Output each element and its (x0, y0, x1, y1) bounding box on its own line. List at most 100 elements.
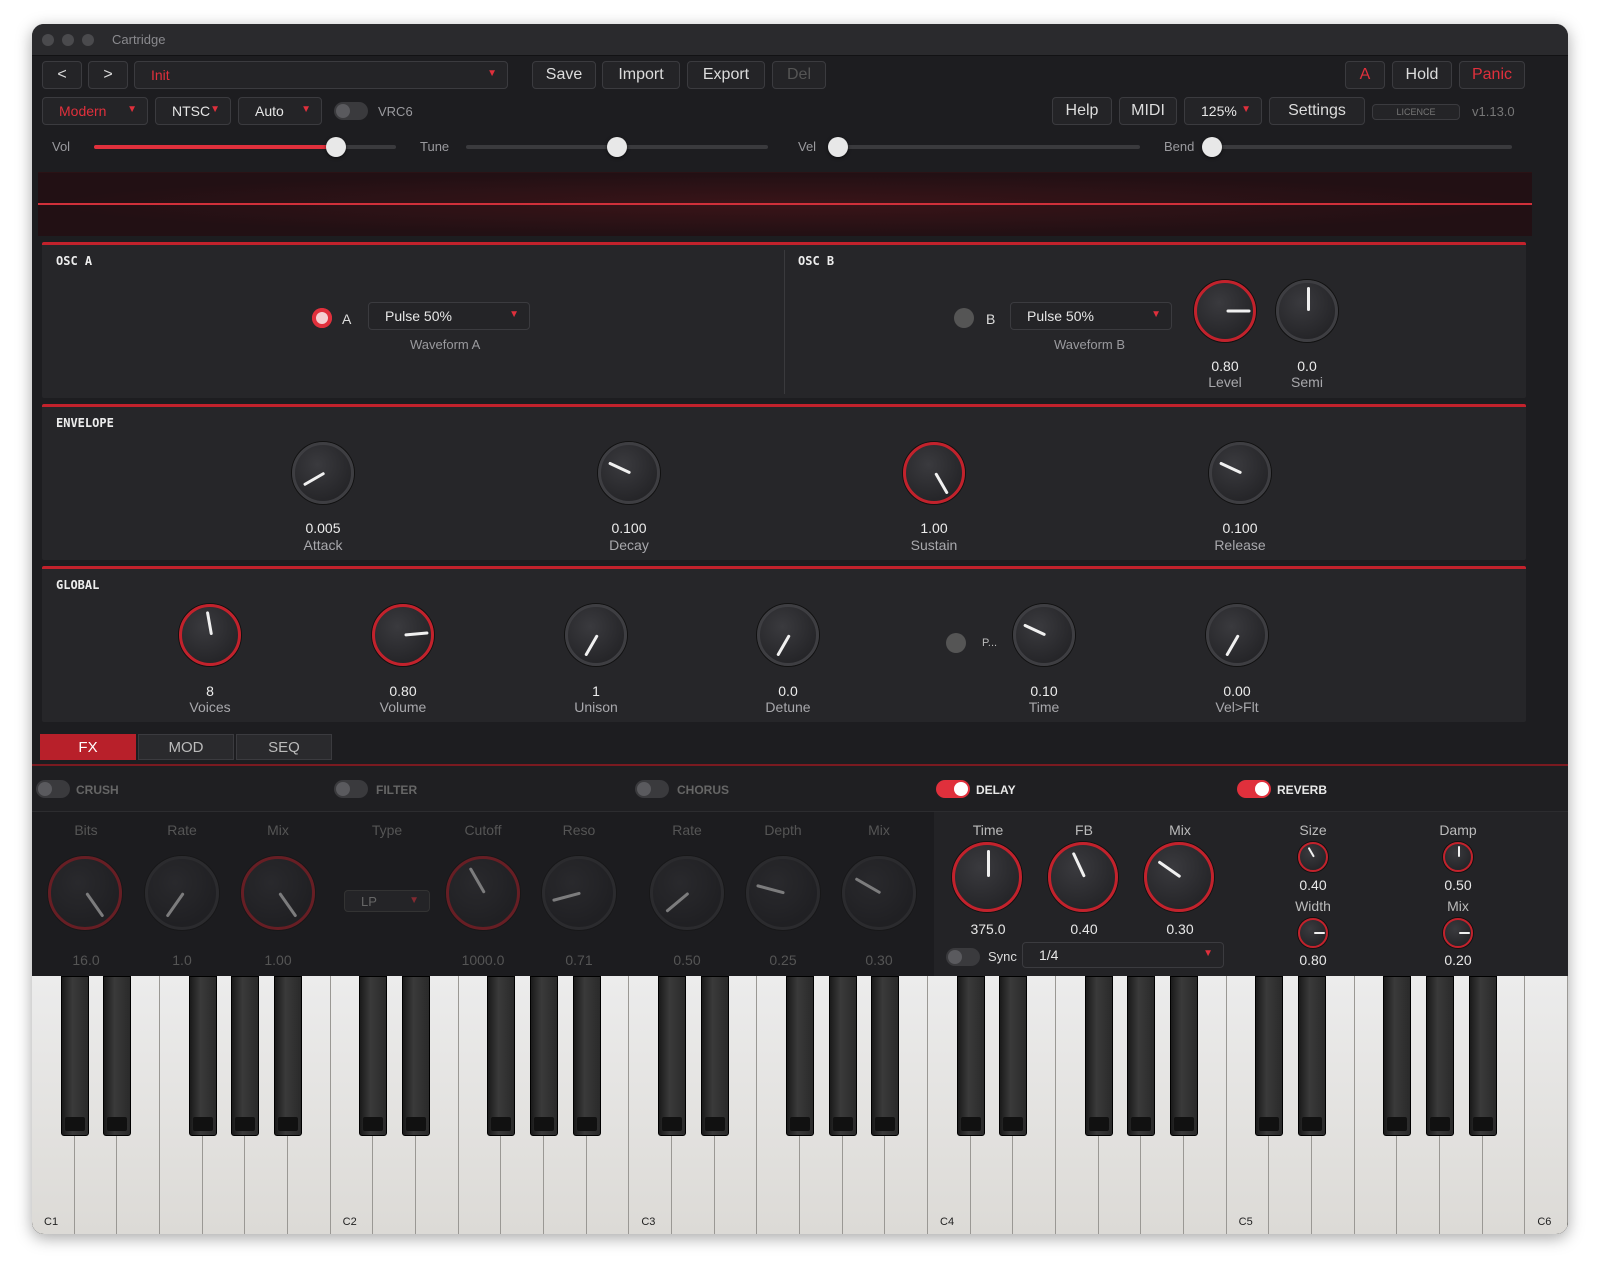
vol-slider[interactable] (94, 137, 396, 157)
crush-mix-knob[interactable] (241, 856, 315, 930)
chorus-toggle[interactable] (635, 780, 669, 798)
piano-black-key[interactable] (572, 976, 601, 1136)
slider-thumb[interactable] (325, 137, 346, 157)
crush-bits-knob[interactable] (48, 856, 122, 930)
settings-button[interactable]: Settings (1269, 97, 1365, 125)
piano-black-key[interactable] (1298, 976, 1326, 1136)
piano-black-key[interactable] (103, 976, 132, 1136)
piano-black-key[interactable] (956, 976, 985, 1136)
bend-slider[interactable] (1202, 137, 1512, 157)
osc-a-enable[interactable] (312, 308, 332, 328)
vel-slider[interactable] (828, 137, 1140, 157)
preset-dropdown[interactable]: Init ▼ (134, 61, 508, 89)
piano-black-key[interactable] (1383, 976, 1412, 1136)
reverb-damp-knob[interactable] (1443, 842, 1473, 872)
detune-knob[interactable] (757, 604, 819, 666)
piano-black-key[interactable] (530, 976, 558, 1136)
slider-thumb[interactable] (1202, 137, 1222, 157)
filter-reso-knob[interactable] (542, 856, 616, 930)
delay-division-dropdown[interactable]: 1/4 ▼ (1022, 942, 1224, 968)
piano-black-key[interactable] (828, 976, 857, 1136)
close-window-button[interactable] (42, 34, 54, 46)
panic-button[interactable]: Panic (1459, 61, 1525, 89)
decay-knob[interactable] (598, 442, 660, 504)
piano-black-key[interactable] (1127, 976, 1156, 1136)
osc-b-enable[interactable] (954, 308, 974, 328)
chorus-depth-knob[interactable] (746, 856, 820, 930)
help-button[interactable]: Help (1052, 97, 1112, 125)
piano-black-key[interactable] (359, 976, 388, 1136)
reverb-mix-knob[interactable] (1443, 918, 1473, 948)
delay-division-value: 1/4 (1039, 947, 1059, 963)
maximize-window-button[interactable] (82, 34, 94, 46)
voices-knob[interactable] (179, 604, 241, 666)
next-preset-button[interactable]: > (88, 61, 128, 89)
piano-black-key[interactable] (231, 976, 260, 1136)
auto-dropdown[interactable]: Auto ▼ (238, 97, 322, 125)
waveform-a-dropdown[interactable]: Pulse 50% ▼ (368, 302, 530, 330)
piano-black-key[interactable] (1468, 976, 1497, 1136)
tab-mod[interactable]: MOD (138, 734, 234, 760)
midi-button[interactable]: MIDI (1119, 97, 1177, 125)
volume-knob[interactable] (372, 604, 434, 666)
delay-sync-toggle[interactable] (946, 948, 980, 966)
save-button[interactable]: Save (532, 61, 596, 89)
tab-seq[interactable]: SEQ (236, 734, 332, 760)
piano-black-key[interactable] (188, 976, 217, 1136)
export-button[interactable]: Export (687, 61, 765, 89)
reverb-size-knob[interactable] (1298, 842, 1328, 872)
release-knob[interactable] (1209, 442, 1271, 504)
piano-black-key[interactable] (1426, 976, 1454, 1136)
osc-b-level-knob[interactable] (1194, 280, 1256, 342)
prev-preset-button[interactable]: < (42, 61, 82, 89)
filter-cutoff-knob[interactable] (446, 856, 520, 930)
delay-fb-knob[interactable] (1048, 842, 1118, 912)
reverb-width-knob[interactable] (1298, 918, 1328, 948)
piano-black-key[interactable] (871, 976, 900, 1136)
hold-button[interactable]: Hold (1392, 61, 1452, 89)
piano-black-key[interactable] (999, 976, 1028, 1136)
delay-mix-knob[interactable] (1144, 842, 1214, 912)
osc-b-semi-knob[interactable] (1276, 280, 1338, 342)
crush-rate-knob[interactable] (145, 856, 219, 930)
piano-black-key[interactable] (402, 976, 430, 1136)
delete-button[interactable]: Del (772, 61, 826, 89)
piano-black-key[interactable] (1084, 976, 1113, 1136)
piano-white-key[interactable]: C6 (1525, 976, 1568, 1234)
filter-type-dropdown[interactable]: LP ▼ (344, 890, 430, 912)
import-button[interactable]: Import (602, 61, 680, 89)
delay-time-knob[interactable] (952, 842, 1022, 912)
piano-black-key[interactable] (487, 976, 516, 1136)
piano-black-key[interactable] (700, 976, 729, 1136)
vrc6-toggle[interactable] (334, 102, 368, 120)
piano-black-key[interactable] (786, 976, 814, 1136)
piano-black-key[interactable] (60, 976, 89, 1136)
a-button[interactable]: A (1345, 61, 1385, 89)
waveform-b-dropdown[interactable]: Pulse 50% ▼ (1010, 302, 1172, 330)
region-dropdown[interactable]: NTSC ▼ (155, 97, 231, 125)
slider-thumb[interactable] (607, 137, 627, 157)
piano-black-key[interactable] (1255, 976, 1284, 1136)
tab-fx[interactable]: FX (40, 734, 136, 760)
crush-toggle[interactable] (36, 780, 70, 798)
sustain-knob[interactable] (903, 442, 965, 504)
portamento-toggle[interactable] (946, 633, 966, 653)
licence-button[interactable]: LICENCE (1372, 104, 1460, 120)
reverb-toggle[interactable] (1237, 780, 1271, 798)
velflt-knob[interactable] (1206, 604, 1268, 666)
minimize-window-button[interactable] (62, 34, 74, 46)
unison-knob[interactable] (565, 604, 627, 666)
filter-toggle[interactable] (334, 780, 368, 798)
attack-knob[interactable] (292, 442, 354, 504)
delay-toggle[interactable] (936, 780, 970, 798)
piano-black-key[interactable] (658, 976, 686, 1136)
tune-slider[interactable] (466, 137, 768, 157)
zoom-dropdown[interactable]: 125% ▼ (1184, 97, 1262, 125)
chorus-rate-knob[interactable] (650, 856, 724, 930)
piano-black-key[interactable] (274, 976, 302, 1136)
time-knob[interactable] (1013, 604, 1075, 666)
piano-black-key[interactable] (1170, 976, 1198, 1136)
chorus-mix-knob[interactable] (842, 856, 916, 930)
slider-thumb[interactable] (828, 137, 848, 157)
mode-dropdown[interactable]: Modern ▼ (42, 97, 148, 125)
